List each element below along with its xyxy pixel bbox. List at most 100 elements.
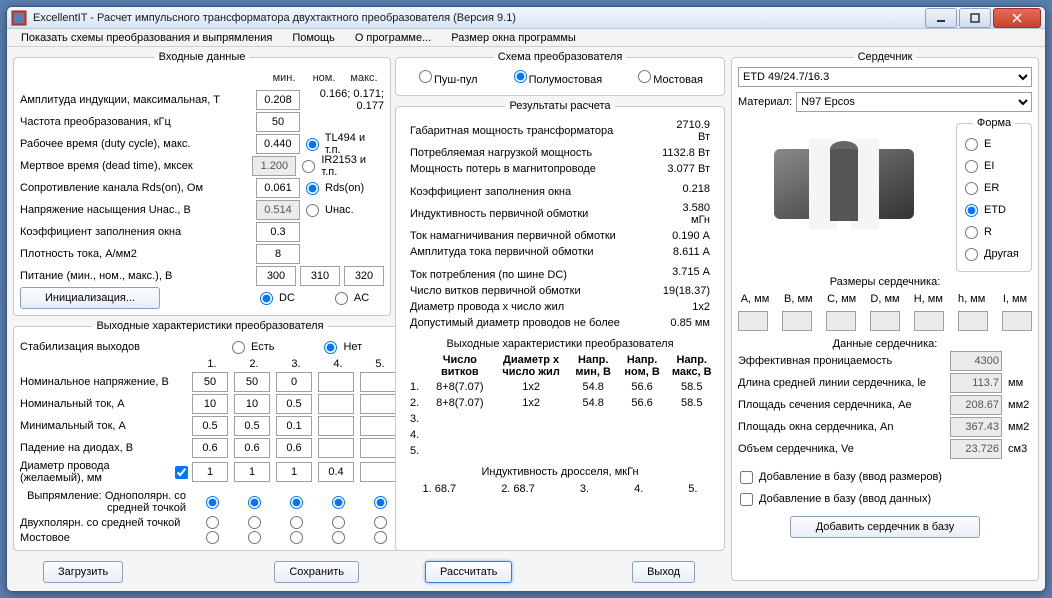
menu-about[interactable]: О программе... — [347, 30, 439, 46]
rect2-2[interactable] — [248, 516, 261, 529]
radio-stab-no[interactable] — [324, 341, 337, 354]
radio-half[interactable] — [514, 70, 527, 83]
vdrop-5[interactable] — [360, 438, 396, 458]
load-button[interactable]: Загрузить — [43, 561, 123, 583]
shape-radio-ETD[interactable] — [965, 204, 978, 217]
inom-2[interactable] — [234, 394, 270, 414]
chk-add-data[interactable] — [740, 493, 753, 506]
wire-1[interactable] — [192, 462, 228, 482]
vdrop-1[interactable] — [192, 438, 228, 458]
vdrop-2[interactable] — [234, 438, 270, 458]
rect2-3[interactable] — [290, 516, 303, 529]
imin-5[interactable] — [360, 416, 396, 436]
inom-1[interactable] — [192, 394, 228, 414]
radio-stab-yes[interactable] — [232, 341, 245, 354]
inom-3[interactable] — [276, 394, 312, 414]
vnom-2[interactable] — [234, 372, 270, 392]
supply-max[interactable] — [344, 266, 384, 286]
menu-help[interactable]: Помощь — [284, 30, 343, 46]
col4: 4. — [318, 358, 358, 370]
jdens-input[interactable] — [256, 244, 300, 264]
label-supply: Питание (мин., ном., макс.), В — [20, 270, 252, 282]
rect3-1[interactable] — [206, 531, 219, 544]
stab-no: Нет — [343, 341, 362, 353]
inom-4[interactable] — [318, 394, 354, 414]
rect1-4[interactable] — [332, 496, 345, 509]
shape-label: ETD — [984, 204, 1006, 216]
add-core-button[interactable]: Добавить сердечник в базу — [790, 516, 980, 538]
init-button[interactable]: Инициализация... — [20, 287, 160, 309]
head-min: мин. — [264, 72, 304, 84]
rect2-4[interactable] — [332, 516, 345, 529]
calc-button[interactable]: Рассчитать — [425, 561, 512, 583]
rect3-2[interactable] — [248, 531, 261, 544]
chk-add-dims[interactable] — [740, 471, 753, 484]
shape-radio-Другая[interactable] — [965, 248, 978, 261]
vdrop-3[interactable] — [276, 438, 312, 458]
radio-ir2153[interactable] — [302, 160, 315, 173]
rect2-1[interactable] — [206, 516, 219, 529]
imin-4[interactable] — [318, 416, 354, 436]
shape-radio-ER[interactable] — [965, 182, 978, 195]
rds-input[interactable] — [256, 178, 300, 198]
rect3-3[interactable] — [290, 531, 303, 544]
rect3-4[interactable] — [332, 531, 345, 544]
minimize-button[interactable] — [925, 8, 957, 28]
wire-checkbox[interactable] — [175, 466, 188, 479]
shape-radio-EI[interactable] — [965, 160, 978, 173]
vdrop-4[interactable] — [318, 438, 354, 458]
radio-push[interactable] — [419, 70, 432, 83]
wire-5[interactable] — [360, 462, 396, 482]
coredata-label: Площадь окна сердечника, An — [738, 421, 946, 433]
supply-min[interactable] — [256, 266, 296, 286]
maximize-button[interactable] — [959, 8, 991, 28]
close-button[interactable] — [993, 8, 1041, 28]
exit-button[interactable]: Выход — [632, 561, 695, 583]
label-wire: Диаметр провода (желаемый), мм — [20, 460, 169, 484]
vnom-1[interactable] — [192, 372, 228, 392]
imin-3[interactable] — [276, 416, 312, 436]
vnom-5[interactable] — [360, 372, 396, 392]
rect1-5[interactable] — [374, 496, 387, 509]
save-button[interactable]: Сохранить — [274, 561, 359, 583]
radio-dc-label: DC — [279, 292, 295, 304]
radio-rdson[interactable] — [306, 182, 319, 195]
shape-radio-E[interactable] — [965, 138, 978, 151]
result-label: Индуктивность первичной обмотки — [404, 201, 654, 227]
out-results-table: Число витковДиаметр x число жилНапр. мин… — [402, 352, 718, 460]
vnom-3[interactable] — [276, 372, 312, 392]
radio-ac[interactable] — [335, 292, 348, 305]
wire-4[interactable] — [318, 462, 354, 482]
shape-radio-R[interactable] — [965, 226, 978, 239]
rect1-2[interactable] — [248, 496, 261, 509]
vnom-4[interactable] — [318, 372, 354, 392]
freq-input[interactable] — [256, 112, 300, 132]
rect2-5[interactable] — [374, 516, 387, 529]
half-label: Полумостовая — [529, 74, 603, 86]
ampl-input[interactable] — [256, 90, 300, 110]
full-label: Мостовая — [653, 74, 703, 86]
inom-5[interactable] — [360, 394, 396, 414]
radio-tl494[interactable] — [306, 138, 319, 151]
core-type-select[interactable]: ETD 49/24.7/16.3 — [738, 67, 1032, 87]
results-table: Габаритная мощность трансформатора2710.9… — [402, 116, 718, 332]
supply-nom[interactable] — [300, 266, 340, 286]
app-window: ExcellentIT - Расчет импульсного трансфо… — [6, 6, 1046, 592]
core-panel: Сердечник ETD 49/24.7/16.3 Материал:N97 … — [731, 51, 1039, 581]
core-material-select[interactable]: N97 Epcos — [796, 92, 1032, 112]
rect3-5[interactable] — [374, 531, 387, 544]
duty-input[interactable] — [256, 134, 300, 154]
rect1-3[interactable] — [290, 496, 303, 509]
kfill-input[interactable] — [256, 222, 300, 242]
radio-usat[interactable] — [306, 204, 319, 217]
imin-2[interactable] — [234, 416, 270, 436]
menu-winsize[interactable]: Размер окна программы — [443, 30, 584, 46]
radio-full[interactable] — [638, 70, 651, 83]
rect-row: Выпрямление: — [27, 490, 102, 502]
radio-dc[interactable] — [260, 292, 273, 305]
wire-2[interactable] — [234, 462, 270, 482]
wire-3[interactable] — [276, 462, 312, 482]
imin-1[interactable] — [192, 416, 228, 436]
menu-schemes[interactable]: Показать схемы преобразования и выпрямле… — [13, 30, 280, 46]
rect1-1[interactable] — [206, 496, 219, 509]
